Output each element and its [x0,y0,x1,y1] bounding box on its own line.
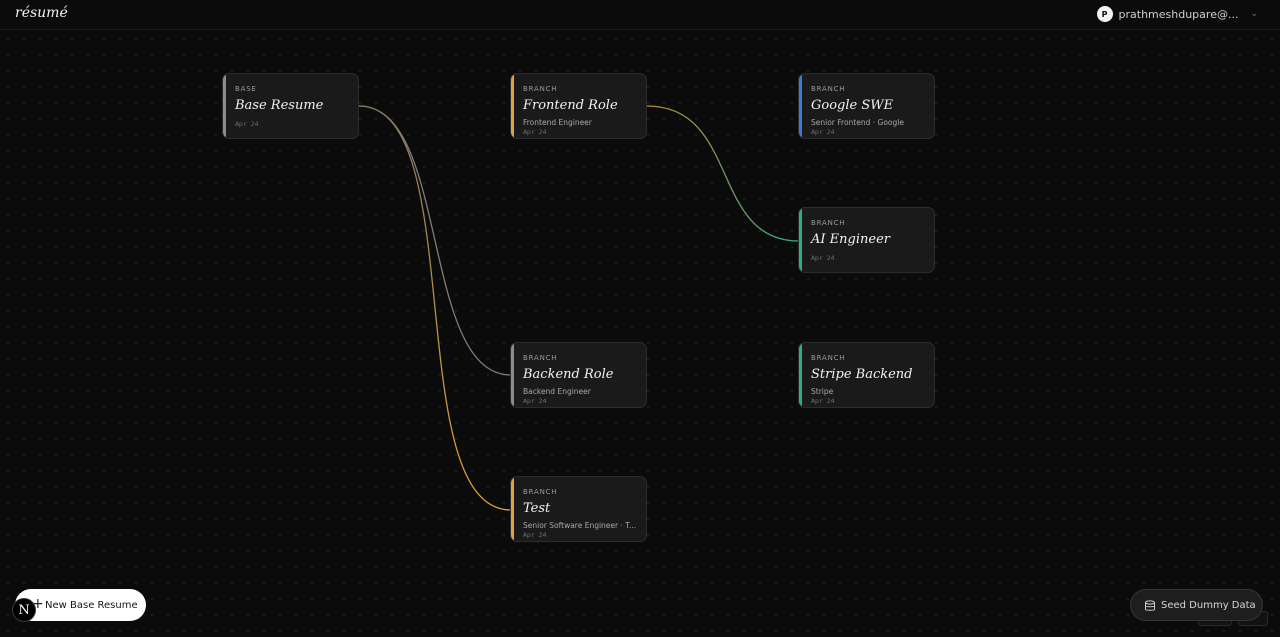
brand-logo[interactable]: résumé [15,5,68,21]
new-base-resume-label: New Base Resume [45,599,138,611]
user-menu[interactable]: P prathmeshdupare@... ⌄ [1096,5,1258,23]
node-ai-engineer[interactable]: BRANCH AI Engineer Apr 24 [798,207,935,273]
node-kind-label: BRANCH [523,85,558,93]
node-kind-label: BRANCH [523,488,558,496]
node-backend-role[interactable]: BRANCH Backend Role Backend Engineer Apr… [510,342,647,408]
avatar: P [1096,6,1113,22]
node-date: Apr 24 [811,128,835,136]
node-subtitle: Senior Software Engineer · T... [523,521,637,530]
user-email: prathmeshdupare@... [1118,7,1239,21]
node-date: Apr 24 [523,128,547,136]
node-kind-label: BASE [235,85,257,93]
node-accent-bar [511,343,514,407]
node-kind-label: BRANCH [811,85,846,93]
node-date: Apr 24 [811,397,835,405]
node-title: AI Engineer [811,232,890,247]
node-google-swe[interactable]: BRANCH Google SWE Senior Frontend · Goog… [798,73,935,139]
seed-dummy-data-button[interactable]: Seed Dummy Data [1130,589,1263,621]
node-date: Apr 24 [811,254,835,262]
node-title: Frontend Role [523,98,618,113]
node-base-resume[interactable]: BASE Base Resume Apr 24 [222,73,359,139]
node-stripe-backend[interactable]: BRANCH Stripe Backend Stripe Apr 24 [798,342,935,408]
node-frontend-role[interactable]: BRANCH Frontend Role Frontend Engineer A… [510,73,647,139]
chevron-down-icon: ⌄ [1250,9,1258,19]
node-accent-bar [223,74,226,138]
node-accent-bar [799,343,802,407]
app-root: résumé P prathmeshdupare@... ⌄ BASE Base… [0,0,1280,637]
node-title: Google SWE [811,98,894,113]
node-accent-bar [799,74,802,138]
database-icon [1145,600,1155,611]
node-accent-bar [799,208,802,272]
node-accent-bar [511,74,514,138]
node-date: Apr 24 [523,531,547,539]
node-kind-label: BRANCH [811,219,846,227]
node-title: Stripe Backend [811,367,913,382]
node-title: Backend Role [523,367,614,382]
node-date: Apr 24 [235,120,259,128]
node-title: Test [523,501,551,516]
node-subtitle: Frontend Engineer [523,118,592,127]
top-bar: résumé P prathmeshdupare@... ⌄ [0,0,1280,30]
node-test[interactable]: BRANCH Test Senior Software Engineer · T… [510,476,647,542]
node-kind-label: BRANCH [811,354,846,362]
node-date: Apr 24 [523,397,547,405]
node-accent-bar [511,477,514,541]
node-subtitle: Stripe [811,387,834,396]
node-kind-label: BRANCH [523,354,558,362]
node-subtitle: Backend Engineer [523,387,591,396]
node-subtitle: Senior Frontend · Google [811,118,904,127]
nextjs-dev-badge[interactable]: N [12,598,36,622]
seed-dummy-data-label: Seed Dummy Data [1161,599,1256,611]
node-title: Base Resume [235,98,324,113]
